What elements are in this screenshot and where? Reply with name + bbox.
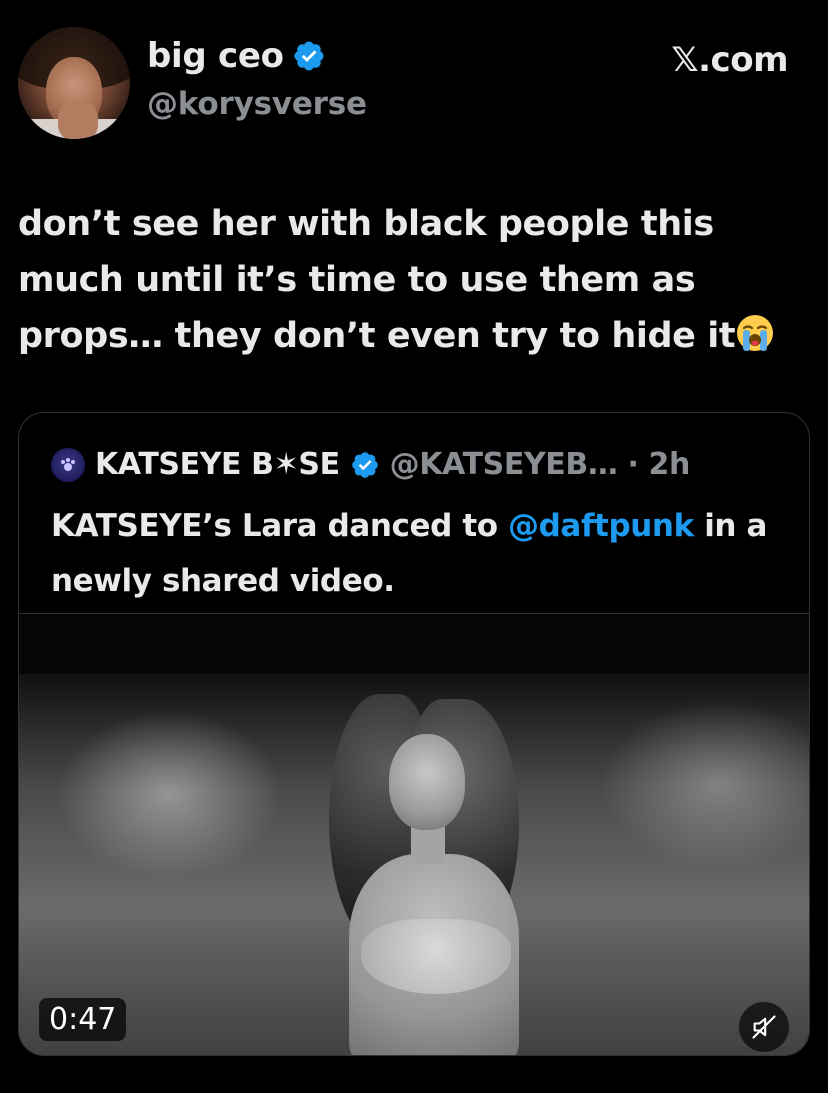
mention-link[interactable]: @daftpunk (508, 508, 694, 544)
quoted-tweet-header: KATSEYE B✶SE @KATSEYEB… · 2h (51, 447, 690, 482)
loudly-crying-face-icon (737, 315, 774, 351)
mute-button[interactable] (739, 1002, 789, 1052)
quoted-author-name[interactable]: KATSEYE B✶SE (95, 447, 340, 482)
quoted-tweet-text: KATSEYE’s Lara danced to @daftpunk in a … (51, 499, 791, 609)
tweet-screenshot: big ceo @korysverse 𝕏.com don’t see her … (0, 0, 828, 1093)
tweet-text-content: don’t see her with black people this muc… (18, 204, 736, 356)
video-player[interactable]: 0:47 (19, 614, 809, 1055)
paw-icon (61, 457, 75, 471)
quoted-tweet-card[interactable]: KATSEYE B✶SE @KATSEYEB… · 2h KATSEYE’s L… (18, 412, 810, 1056)
author-display-name[interactable]: big ceo (147, 36, 284, 76)
author-name-row: big ceo (147, 36, 326, 76)
author-handle[interactable]: @korysverse (147, 86, 367, 122)
tweet-text: don’t see her with black people this muc… (18, 196, 808, 364)
author-avatar[interactable] (18, 27, 130, 139)
quoted-author-handle-time[interactable]: @KATSEYEB… · 2h (390, 447, 691, 482)
verified-badge-icon (351, 451, 378, 478)
x-logo-label: 𝕏.com (671, 40, 788, 80)
muted-speaker-icon (752, 1015, 776, 1039)
video-frame-dancer (289, 694, 549, 1055)
quoted-author-avatar[interactable] (51, 447, 85, 482)
video-duration: 0:47 (39, 998, 127, 1041)
verified-badge-icon (294, 41, 324, 71)
quoted-text-before: KATSEYE’s Lara danced to (51, 508, 509, 544)
